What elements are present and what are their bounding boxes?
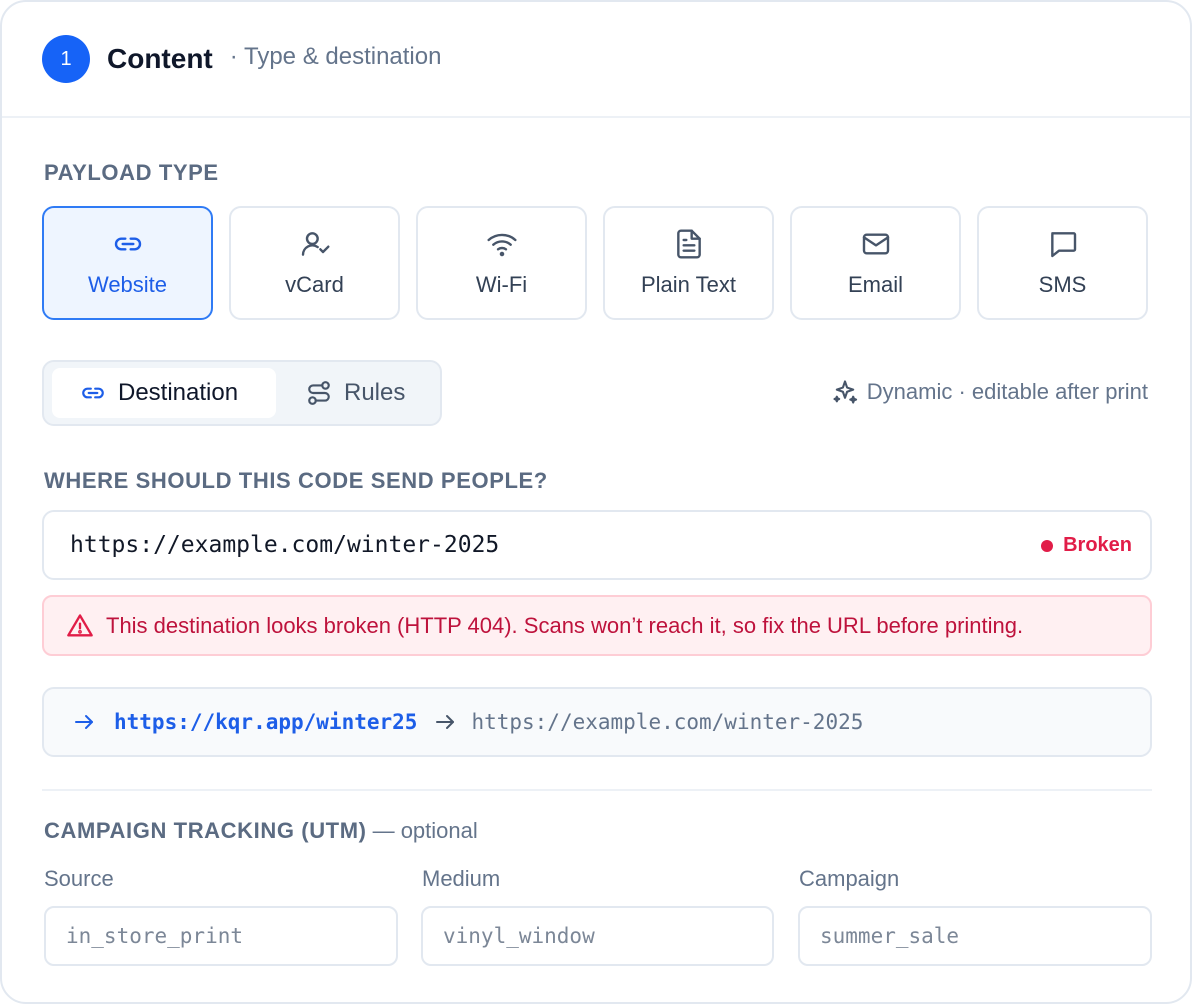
sparkles-icon xyxy=(833,380,857,404)
payload-sms-button[interactable]: SMS xyxy=(977,206,1148,320)
utm-source-placeholder: in_store_print xyxy=(66,924,244,948)
utm-section-label: CAMPAIGN TRACKING (UTM) — optional xyxy=(44,818,478,844)
dynamic-note-text: Dynamic · editable after print xyxy=(866,379,1148,404)
destination-url-value: https://example.com/winter-2025 xyxy=(70,532,500,558)
status-dot xyxy=(1041,539,1054,552)
tab-rules-label: Rules xyxy=(344,379,406,406)
payload-label: Plain Text xyxy=(641,272,736,297)
utm-medium-placeholder: vinyl_window xyxy=(443,924,595,948)
destination-label: WHERE SHOULD THIS CODE SEND PEOPLE? xyxy=(44,468,548,493)
dynamic-note: Dynamic · editable after print xyxy=(831,378,1148,406)
short-url-link[interactable]: https://kqr.app/winter25 xyxy=(114,710,417,734)
destination-rules-toggle: Destination Rules xyxy=(42,360,442,426)
payload-wifi-button[interactable]: Wi-Fi xyxy=(416,206,587,320)
page-title: Content xyxy=(107,43,213,74)
utm-campaign-label: Campaign xyxy=(799,866,900,891)
alert-message: This destination looks broken (HTTP 404)… xyxy=(106,612,1024,638)
route-icon xyxy=(308,381,330,405)
warning-icon xyxy=(67,613,93,636)
payload-type-group: Website vCard Wi-Fi Plain Text Email SMS xyxy=(42,206,1148,320)
payload-email-button[interactable]: Email xyxy=(790,206,961,320)
content-card: 1 Content · Type & destination PAYLOAD T… xyxy=(0,0,1192,1004)
utm-label-main: CAMPAIGN TRACKING (UTM) xyxy=(44,818,367,843)
arrow-right-icon xyxy=(75,715,93,729)
message-icon xyxy=(1050,232,1076,258)
utm-source-input[interactable]: in_store_print xyxy=(44,906,398,966)
utm-campaign-placeholder: summer_sale xyxy=(820,924,960,948)
payload-label: Email xyxy=(847,272,903,297)
link-icon xyxy=(82,387,104,399)
utm-medium-input[interactable]: vinyl_window xyxy=(421,906,774,966)
status-badge: Broken xyxy=(1041,534,1132,557)
arrow-right-icon xyxy=(436,715,455,729)
user-check-icon xyxy=(301,232,330,256)
redirect-preview: https://kqr.app/winter25 https://example… xyxy=(42,687,1152,757)
payload-label: Website xyxy=(87,272,168,297)
payload-website-button[interactable]: Website xyxy=(42,206,213,320)
wifi-icon xyxy=(486,233,517,257)
page-subtitle: · Type & destination xyxy=(229,43,442,70)
destination-url-input[interactable]: https://example.com/winter-2025 Broken xyxy=(42,510,1152,580)
target-url: https://example.com/winter-2025 xyxy=(471,710,864,734)
link-icon xyxy=(114,237,141,251)
tab-rules[interactable]: Rules xyxy=(306,368,436,418)
document-icon xyxy=(676,229,701,259)
payload-plain-text-button[interactable]: Plain Text xyxy=(603,206,774,320)
payload-label: vCard xyxy=(285,272,344,297)
utm-campaign-input[interactable]: summer_sale xyxy=(798,906,1152,966)
utm-source-label: Source xyxy=(44,866,114,891)
tab-destination[interactable]: Destination xyxy=(52,368,276,418)
payload-type-label: PAYLOAD TYPE xyxy=(44,160,219,185)
status-badge-text: Broken xyxy=(1063,534,1132,556)
payload-label: Wi-Fi xyxy=(475,272,528,297)
mail-icon xyxy=(862,233,889,255)
payload-label: SMS xyxy=(1038,272,1087,297)
utm-medium-label: Medium xyxy=(422,866,501,891)
broken-url-alert: This destination looks broken (HTTP 404)… xyxy=(42,595,1152,656)
card-header: 1 Content · Type & destination xyxy=(2,2,1190,118)
utm-label-optional: — optional xyxy=(372,818,478,843)
divider xyxy=(42,789,1152,791)
step-badge: 1 xyxy=(42,35,90,83)
tab-destination-label: Destination xyxy=(118,379,239,406)
payload-vcard-button[interactable]: vCard xyxy=(229,206,400,320)
